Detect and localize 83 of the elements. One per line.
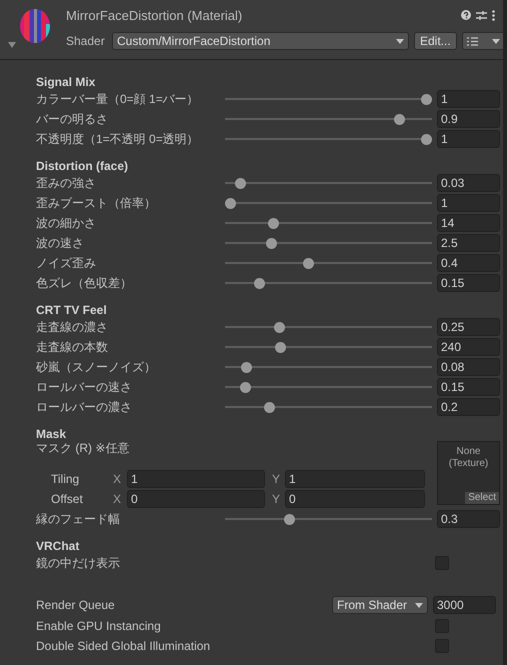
- slider-thumb[interactable]: [394, 114, 405, 124]
- section-title: Distortion (face): [36, 160, 130, 173]
- value-field[interactable]: 0.3: [437, 510, 500, 528]
- shader-label: Shader: [66, 34, 106, 48]
- property-label: マスク (R) ※任意: [36, 441, 130, 457]
- slider-thumb[interactable]: [268, 218, 280, 228]
- property-label: 歪みブースト（倍率）: [36, 194, 157, 212]
- value-field[interactable]: 1: [127, 470, 265, 488]
- value-field[interactable]: 2.5: [437, 234, 500, 252]
- property-label: Enable GPU Instancing: [36, 619, 162, 633]
- value-field[interactable]: 240: [437, 338, 500, 356]
- value-field[interactable]: 0.03: [437, 174, 500, 192]
- slider-thumb[interactable]: [264, 402, 276, 412]
- slider-thumb[interactable]: [254, 278, 266, 288]
- property-label: 走査線の濃さ: [36, 318, 109, 336]
- property-label: 波の細かさ: [36, 214, 97, 232]
- value-field[interactable]: 1: [437, 130, 500, 148]
- slider-thumb[interactable]: [284, 514, 295, 524]
- edit-button[interactable]: Edit...: [414, 32, 457, 50]
- value-field[interactable]: 1: [285, 470, 425, 488]
- property-label: Double Sided Global Illumination: [36, 639, 212, 653]
- slider-thumb[interactable]: [274, 322, 285, 332]
- property-label: 波の速さ: [36, 234, 85, 252]
- property-label: Render Queue: [36, 598, 116, 612]
- value-field[interactable]: 0.9: [437, 110, 500, 128]
- value-field[interactable]: 0.2: [437, 398, 500, 416]
- axis-label: X: [113, 492, 122, 506]
- property-label: Offset: [51, 492, 84, 506]
- slider-thumb[interactable]: [225, 198, 236, 208]
- property-label: ロールバーの速さ: [36, 378, 133, 396]
- caret-icon: [415, 602, 423, 608]
- slider-thumb[interactable]: [240, 382, 251, 392]
- caret-icon: [492, 38, 500, 44]
- property-label: 縁のフェード幅: [36, 510, 121, 528]
- section-title: CRT TV Feel: [36, 304, 108, 317]
- slider-thumb[interactable]: [421, 94, 432, 104]
- property-label: ノイズ歪み: [36, 254, 97, 272]
- property-label: カラーバー量（0=顔 1=バー）: [36, 90, 200, 108]
- axis-label: X: [113, 472, 122, 486]
- section-title: Signal Mix: [36, 76, 96, 89]
- property-label: 鏡の中だけ表示: [36, 554, 121, 572]
- value-field[interactable]: 0.25: [437, 318, 500, 336]
- property-label: バーの明るさ: [36, 110, 109, 128]
- slot-text: None (Texture): [448, 446, 488, 470]
- caret-icon: [396, 38, 404, 44]
- texture-slot[interactable]: None (Texture) Select: [437, 441, 500, 505]
- list-icon: [466, 36, 478, 46]
- more-icon[interactable]: [492, 10, 495, 20]
- sliders-icon[interactable]: [476, 10, 487, 20]
- queue-dropdown[interactable]: From Shader: [332, 596, 428, 614]
- slider-thumb[interactable]: [303, 258, 314, 268]
- section-title: VRChat: [36, 540, 80, 553]
- value-field[interactable]: 0.15: [437, 378, 500, 396]
- property-label: 不透明度（1=不透明 0=透明）: [36, 130, 200, 148]
- slider-thumb[interactable]: [421, 134, 432, 144]
- window-title: MirrorFaceDistortion (Material): [66, 8, 244, 22]
- property-label: 色ズレ（色収差）: [36, 274, 133, 292]
- select-button[interactable]: Select: [465, 492, 499, 504]
- value-field[interactable]: 1: [437, 90, 500, 108]
- slider-thumb[interactable]: [274, 342, 286, 352]
- property-label: 砂嵐（スノーノイズ）: [36, 358, 157, 376]
- list-menu-button[interactable]: [462, 32, 503, 50]
- slider-thumb[interactable]: [266, 238, 278, 248]
- property-label: ロールバーの濃さ: [36, 398, 133, 416]
- value-field[interactable]: 1: [437, 194, 500, 212]
- value-field[interactable]: 0.08: [437, 358, 500, 376]
- slider-thumb[interactable]: [240, 362, 252, 372]
- value-field[interactable]: 0: [127, 490, 265, 508]
- property-label: 歪みの強さ: [36, 174, 97, 192]
- shader-dropdown[interactable]: Custom/MirrorFaceDistortion: [112, 32, 409, 50]
- property-label: Tiling: [51, 472, 80, 486]
- axis-label: Y: [272, 492, 282, 506]
- axis-label: Y: [272, 472, 282, 486]
- value-field[interactable]: 14: [437, 214, 500, 232]
- slider-thumb[interactable]: [234, 178, 246, 188]
- foldout-arrow-icon[interactable]: [8, 42, 16, 48]
- section-title: Mask: [36, 428, 68, 441]
- value-field[interactable]: 0.15: [437, 274, 500, 292]
- help-icon[interactable]: [460, 10, 471, 20]
- value-field[interactable]: 3000: [433, 596, 496, 614]
- property-label: 走査線の本数: [36, 338, 109, 356]
- value-field[interactable]: 0: [285, 490, 425, 508]
- value-field[interactable]: 0.4: [437, 254, 500, 272]
